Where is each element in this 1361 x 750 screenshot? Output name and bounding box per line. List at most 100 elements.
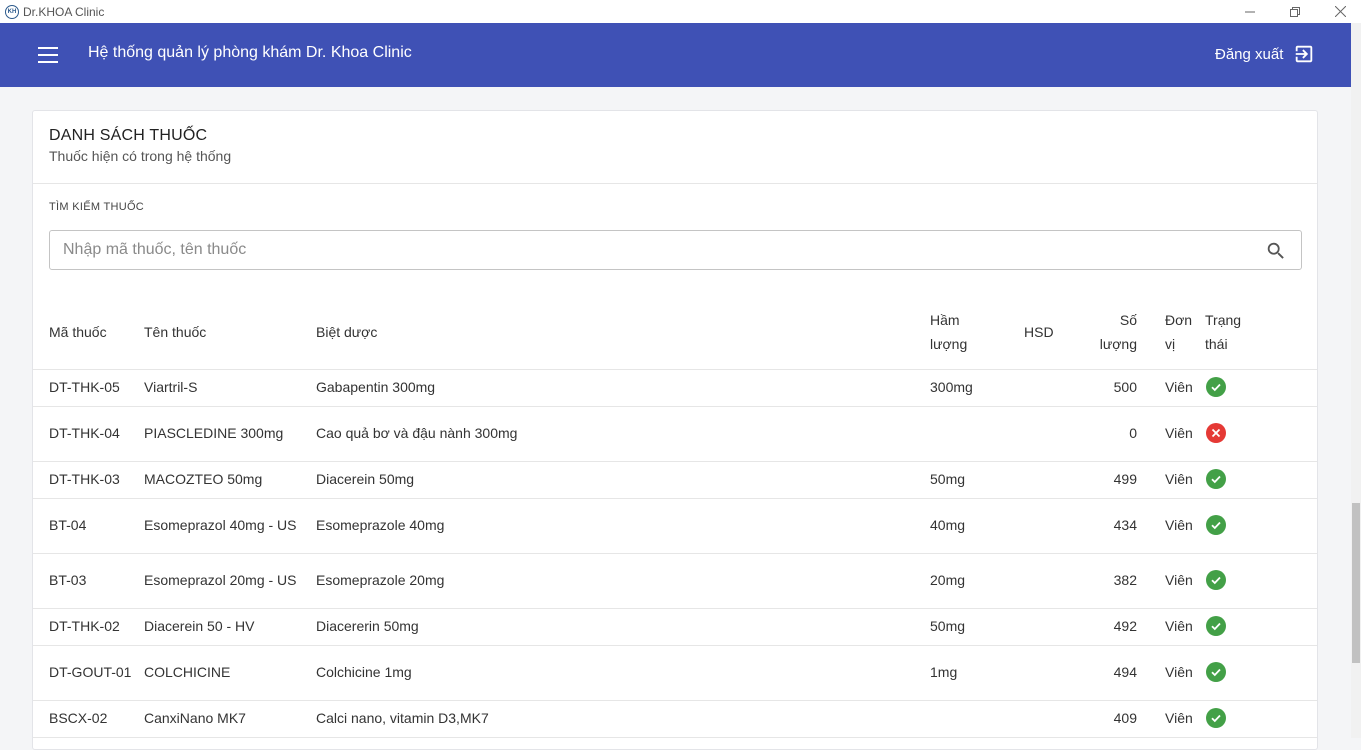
app-header: Hệ thống quản lý phòng khám Dr. Khoa Cli… bbox=[0, 23, 1351, 87]
cell-brand: Diacererin 50mg bbox=[316, 608, 930, 646]
search-box bbox=[49, 230, 1302, 270]
menu-icon[interactable] bbox=[38, 47, 58, 63]
cell-quantity: 499 bbox=[1084, 461, 1137, 499]
cell-name: Esomeprazol 20mg - US bbox=[144, 553, 316, 609]
app-logo-icon: KH bbox=[5, 4, 19, 19]
cell-brand: Diacerein 50mg bbox=[316, 461, 930, 499]
cell-brand: Gabapentin 300mg bbox=[316, 369, 930, 407]
medicine-table: Mã thuốc Tên thuốc Biệt dược Hầm lượng HS… bbox=[33, 295, 1317, 738]
window-titlebar: KH Dr.KHOA Clinic bbox=[0, 0, 1361, 23]
check-circle-icon bbox=[1206, 707, 1226, 728]
cell-code: DT-THK-04 bbox=[33, 406, 144, 462]
medicine-list-card: DANH SÁCH THUỐC Thuốc hiện có trong hệ t… bbox=[32, 110, 1318, 750]
cell-strength: 50mg bbox=[930, 608, 1024, 646]
cell-unit: Viên bbox=[1137, 498, 1205, 554]
minimize-icon[interactable] bbox=[1227, 0, 1273, 23]
cell-unit: Viên bbox=[1137, 700, 1205, 738]
cell-name: PIASCLEDINE 300mg bbox=[144, 406, 316, 462]
error-circle-icon bbox=[1206, 423, 1226, 443]
cell-hsd bbox=[1024, 645, 1084, 701]
header-code[interactable]: Mã thuốc bbox=[33, 295, 144, 370]
header-strength[interactable]: Hầm lượng bbox=[930, 295, 1024, 370]
cell-hsd bbox=[1024, 461, 1084, 499]
check-circle-icon bbox=[1206, 661, 1226, 682]
scrollbar-thumb[interactable] bbox=[1352, 503, 1360, 663]
check-circle-icon bbox=[1206, 569, 1226, 590]
search-input[interactable] bbox=[63, 231, 1243, 269]
cell-hsd bbox=[1024, 406, 1084, 462]
cell-hsd bbox=[1024, 369, 1084, 407]
header-status[interactable]: Trạng thái bbox=[1205, 295, 1317, 370]
cell-unit: Viên bbox=[1137, 461, 1205, 499]
logout-label: Đăng xuất bbox=[1215, 45, 1284, 63]
cell-strength: 20mg bbox=[930, 553, 1024, 609]
header-quantity[interactable]: Số lượng bbox=[1084, 295, 1137, 370]
close-icon[interactable] bbox=[1317, 0, 1361, 23]
app-title: Hệ thống quản lý phòng khám Dr. Khoa Cli… bbox=[88, 44, 412, 61]
cell-brand: Calci nano, vitamin D3,MK7 bbox=[316, 700, 930, 738]
check-circle-icon bbox=[1206, 468, 1226, 489]
cell-quantity: 500 bbox=[1084, 369, 1137, 407]
cell-quantity: 492 bbox=[1084, 608, 1137, 646]
cell-name: CanxiNano MK7 bbox=[144, 700, 316, 738]
cell-name: Viartril-S bbox=[144, 369, 316, 407]
check-circle-icon bbox=[1206, 376, 1226, 397]
cell-quantity: 409 bbox=[1084, 700, 1137, 738]
search-label: TÌM KIẾM THUỐC bbox=[49, 201, 145, 213]
cell-code: DT-THK-03 bbox=[33, 461, 144, 499]
cell-code: BT-04 bbox=[33, 498, 144, 554]
cell-name: COLCHICINE bbox=[144, 645, 316, 701]
cell-quantity: 434 bbox=[1084, 498, 1137, 554]
table-row[interactable]: DT-THK-04 PIASCLEDINE 300mg Cao quả bơ v… bbox=[33, 406, 1317, 462]
cell-code: DT-THK-02 bbox=[33, 608, 144, 646]
table-row[interactable]: BT-04 Esomeprazol 40mg - US Esomeprazole… bbox=[33, 498, 1317, 554]
cell-strength bbox=[930, 700, 1024, 738]
table-row[interactable]: DT-THK-05 Viartril-S Gabapentin 300mg 30… bbox=[33, 369, 1317, 407]
cell-name: Esomeprazol 40mg - US bbox=[144, 498, 316, 554]
header-hsd[interactable]: HSD bbox=[1024, 295, 1084, 370]
table-row[interactable]: DT-THK-03 MACOZTEO 50mg Diacerein 50mg 5… bbox=[33, 461, 1317, 499]
cell-strength: 1mg bbox=[930, 645, 1024, 701]
cell-hsd bbox=[1024, 553, 1084, 609]
cell-strength: 50mg bbox=[930, 461, 1024, 499]
cell-code: BT-03 bbox=[33, 553, 144, 609]
cell-hsd bbox=[1024, 608, 1084, 646]
table-row[interactable]: BSCX-02 CanxiNano MK7 Calci nano, vitami… bbox=[33, 700, 1317, 738]
window-title: Dr.KHOA Clinic bbox=[23, 4, 105, 19]
card-subtitle: Thuốc hiện có trong hệ thống bbox=[49, 148, 232, 164]
restore-icon[interactable] bbox=[1272, 0, 1318, 23]
cell-code: DT-THK-05 bbox=[33, 369, 144, 407]
table-row[interactable]: DT-GOUT-01 COLCHICINE Colchicine 1mg 1mg… bbox=[33, 645, 1317, 701]
cell-strength: 300mg bbox=[930, 369, 1024, 407]
cell-unit: Viên bbox=[1137, 553, 1205, 609]
logout-icon bbox=[1296, 45, 1313, 63]
cell-strength bbox=[930, 406, 1024, 462]
table-header-row: Mã thuốc Tên thuốc Biệt dược Hầm lượng HS… bbox=[33, 295, 1317, 370]
page-scrollbar[interactable] bbox=[1351, 23, 1361, 738]
card-header: DANH SÁCH THUỐC Thuốc hiện có trong hệ t… bbox=[33, 111, 1317, 184]
cell-brand: Esomeprazole 20mg bbox=[316, 553, 930, 609]
cell-code: DT-GOUT-01 bbox=[33, 645, 144, 701]
cell-name: MACOZTEO 50mg bbox=[144, 461, 316, 499]
cell-unit: Viên bbox=[1137, 608, 1205, 646]
card-title: DANH SÁCH THUỐC bbox=[49, 127, 208, 144]
header-brand[interactable]: Biệt dược bbox=[316, 295, 930, 370]
search-icon[interactable] bbox=[1265, 240, 1287, 262]
cell-hsd bbox=[1024, 498, 1084, 554]
cell-strength: 40mg bbox=[930, 498, 1024, 554]
cell-unit: Viên bbox=[1137, 369, 1205, 407]
check-circle-icon bbox=[1206, 615, 1226, 636]
table-row[interactable]: DT-THK-02 Diacerein 50 - HV Diacererin 5… bbox=[33, 608, 1317, 646]
cell-quantity: 382 bbox=[1084, 553, 1137, 609]
cell-quantity: 494 bbox=[1084, 645, 1137, 701]
cell-unit: Viên bbox=[1137, 406, 1205, 462]
cell-unit: Viên bbox=[1137, 645, 1205, 701]
header-unit[interactable]: Đơn vị bbox=[1137, 295, 1205, 370]
logout-button[interactable]: Đăng xuất bbox=[1215, 43, 1315, 65]
cell-hsd bbox=[1024, 700, 1084, 738]
cell-name: Diacerein 50 - HV bbox=[144, 608, 316, 646]
table-row[interactable]: BT-03 Esomeprazol 20mg - US Esomeprazole… bbox=[33, 553, 1317, 609]
cell-code: BSCX-02 bbox=[33, 700, 144, 738]
header-name[interactable]: Tên thuốc bbox=[144, 295, 316, 370]
cell-brand: Cao quả bơ và đậu nành 300mg bbox=[316, 406, 930, 462]
